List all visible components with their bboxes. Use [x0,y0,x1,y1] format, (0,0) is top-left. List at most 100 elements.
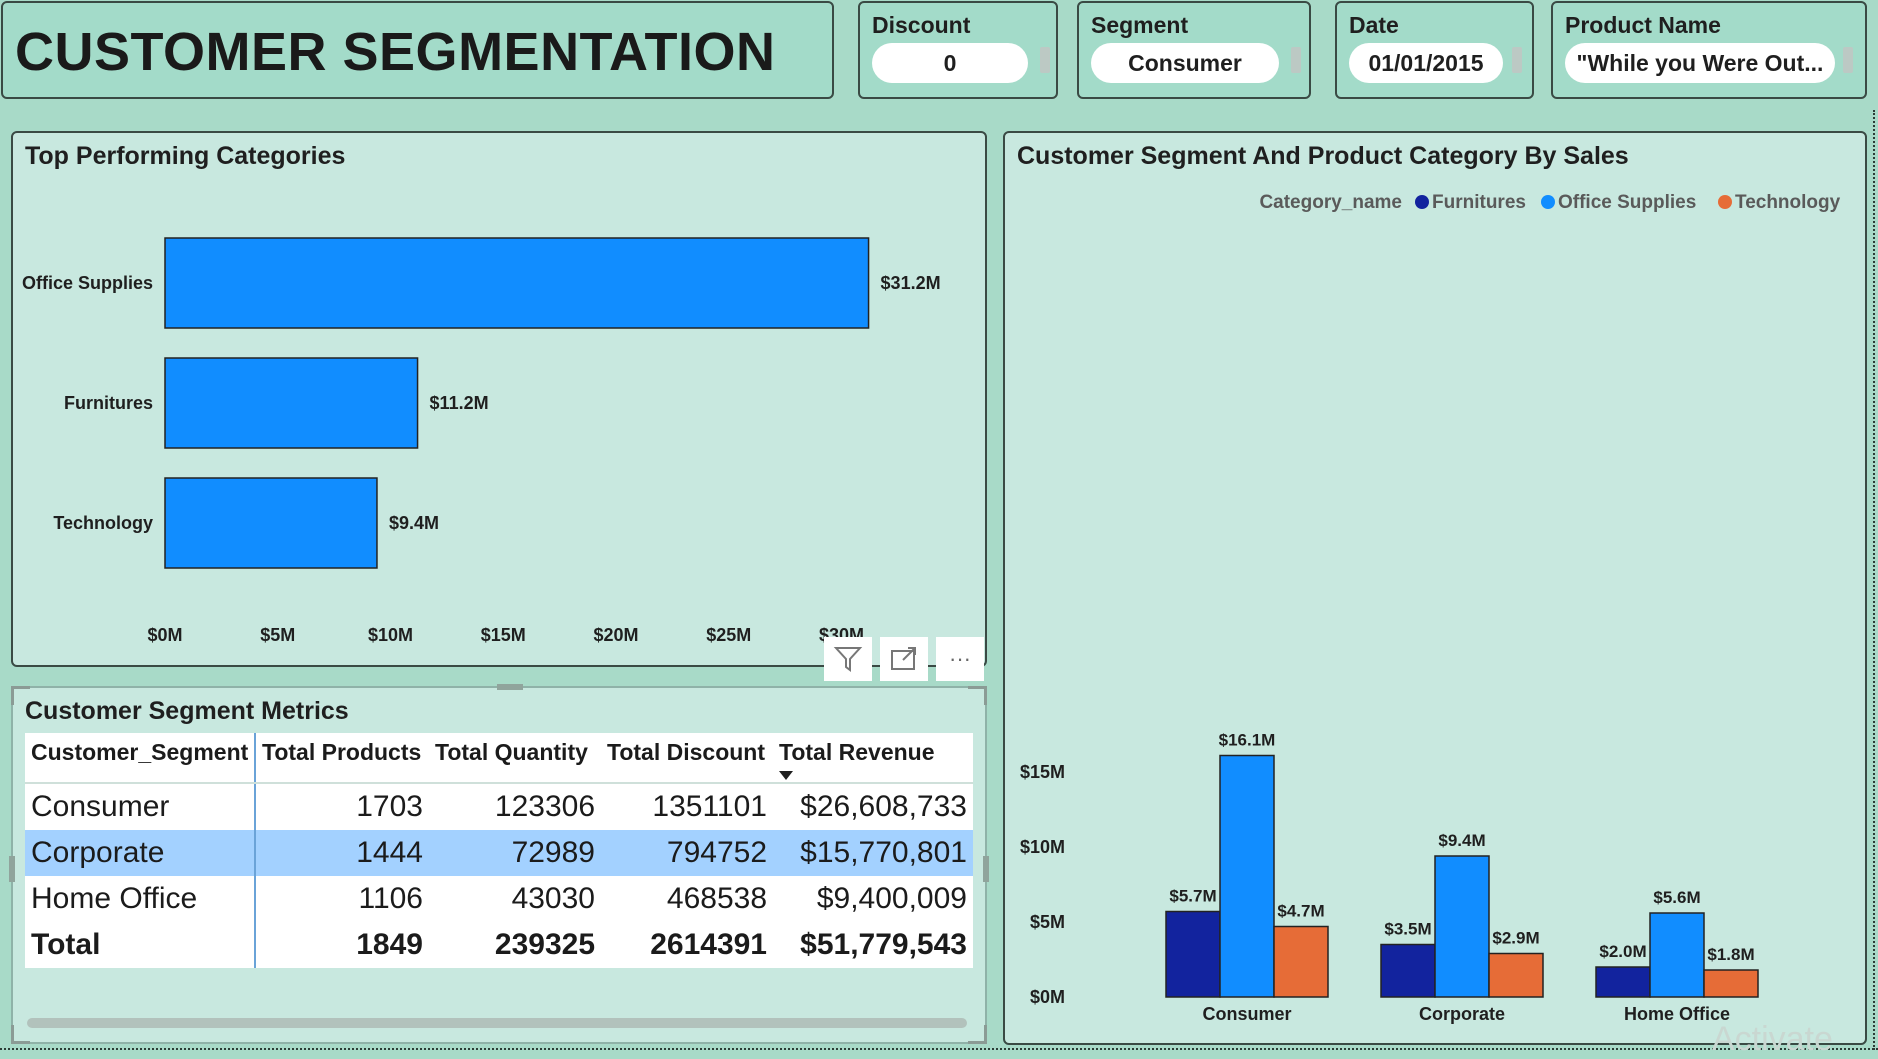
discount-slicer[interactable]: Discount 0 [858,1,1058,99]
bar-office-supplies[interactable] [1649,912,1705,998]
column-header[interactable]: Total Quantity [429,733,601,784]
table-cell: 2614391 [601,922,773,968]
bar-technology[interactable] [164,477,378,569]
bar-technology[interactable] [1488,952,1544,998]
segment-slicer[interactable]: Segment Consumer [1077,1,1311,99]
table-cell: 1106 [255,876,429,922]
y-tick-label: $10M [1020,837,1065,857]
metrics-table[interactable]: Customer_Segment Total Products Total Qu… [25,733,973,968]
table-row[interactable]: Home Office 1106 43030 468538 $9,400,009 [25,876,973,922]
table-row[interactable]: Consumer 1703 123306 1351101 $26,608,733 [25,783,973,830]
table-cell: 123306 [429,783,601,830]
column-header[interactable]: Total Discount [601,733,773,784]
bar-technology[interactable] [1273,925,1329,998]
bar-furnitures[interactable] [1165,910,1221,998]
data-label: $3.5M [1384,920,1431,939]
bar-furnitures[interactable] [164,357,419,449]
data-label: $2.0M [1599,942,1646,961]
table-cell: Total [25,922,256,968]
x-tick-label: $20M [593,625,638,645]
table-cell: 43030 [429,876,601,922]
table-row-selected[interactable]: Corporate 1444 72989 794752 $15,770,801 [25,830,973,876]
column-header[interactable]: Total Products [255,733,429,784]
table-cell: $26,608,733 [773,783,973,830]
product-slicer-handle[interactable] [1843,47,1853,73]
bar-furnitures[interactable] [1380,943,1436,998]
filter-icon[interactable] [824,637,872,681]
resize-corner[interactable] [11,1025,30,1044]
product-slicer[interactable]: Product Name "While you Were Out... [1551,1,1867,99]
legend-title: Category_name [1259,192,1402,213]
table-cell: Consumer [25,783,256,830]
x-tick-label: $15M [481,625,526,645]
horizontal-scrollbar[interactable] [27,1018,967,1028]
category-label: Office Supplies [22,273,153,293]
table-cell: 468538 [601,876,773,922]
table-cell: 1849 [255,922,429,968]
resize-handle-right[interactable] [983,856,989,882]
x-tick-label: $0M [147,625,182,645]
bar-furnitures[interactable] [1595,966,1651,998]
legend-marker [1415,195,1429,209]
focus-mode-icon[interactable] [880,637,928,681]
data-label: $9.4M [389,513,439,533]
segment-slicer-value[interactable]: Consumer [1091,43,1279,83]
top-categories-panel[interactable]: Top Performing Categories Office Supplie… [11,131,987,667]
table-cell: $15,770,801 [773,830,973,876]
bar-office-supplies[interactable] [1219,754,1275,998]
product-slicer-value[interactable]: "While you Were Out... [1565,43,1835,83]
bar-office-supplies[interactable] [164,237,870,329]
table-cell: 794752 [601,830,773,876]
visual-toolbar[interactable]: ··· [824,637,984,681]
discount-slicer-value[interactable]: 0 [872,43,1028,83]
y-tick-label: $5M [1030,912,1065,932]
segment-sales-chart[interactable]: Category_name Furnitures Office Supplies Te… [1005,133,1865,1043]
segment-slicer-label: Segment [1091,12,1189,38]
category-label: Consumer [1202,1004,1291,1024]
table-cell: Home Office [25,876,256,922]
discount-slicer-handle[interactable] [1040,47,1050,73]
data-label: $2.9M [1492,929,1539,948]
date-slicer[interactable]: Date 01/01/2015 [1335,1,1534,99]
date-slicer-value[interactable]: 01/01/2015 [1349,43,1503,83]
column-header[interactable]: Customer_Segment [25,733,256,784]
bar-office-supplies[interactable] [1434,855,1490,998]
resize-corner[interactable] [968,686,987,705]
date-slicer-handle[interactable] [1512,47,1522,73]
resize-handle-top[interactable] [497,684,523,690]
table-cell: Corporate [25,830,256,876]
table-cell: $9,400,009 [773,876,973,922]
resize-handle-left[interactable] [9,856,15,882]
resize-corner[interactable] [968,1025,987,1044]
x-tick-label: $10M [368,625,413,645]
segment-sales-panel[interactable]: Customer Segment And Product Category By… [1003,131,1867,1045]
data-label: $16.1M [1219,731,1276,750]
x-tick-label: $25M [706,625,751,645]
canvas-border [1873,110,1875,1050]
page-title: CUSTOMER SEGMENTATION [15,22,776,82]
table-cell: 1351101 [601,783,773,830]
title-card: CUSTOMER SEGMENTATION [1,1,834,99]
column-header-sorted[interactable]: Total Revenue [773,733,973,784]
table-cell: 72989 [429,830,601,876]
y-tick-label: $0M [1030,987,1065,1007]
legend-marker [1541,195,1555,209]
top-categories-chart[interactable]: Office Supplies $31.2M Furnitures $11.2M Tec… [13,133,985,665]
column-header-label: Total Revenue [779,739,935,765]
segment-slicer-handle[interactable] [1291,47,1301,73]
product-slicer-label: Product Name [1565,12,1721,38]
metrics-panel[interactable]: Customer Segment Metrics Customer_Segmen… [9,684,989,1044]
table-cell: 1444 [255,830,429,876]
discount-slicer-label: Discount [872,12,971,38]
data-label: $9.4M [1438,831,1485,850]
bar-technology[interactable] [1703,969,1759,998]
metrics-title: Customer Segment Metrics [25,697,349,725]
data-label: $11.2M [430,393,489,413]
data-label: $5.6M [1653,888,1700,907]
watermark-text: Activate [1712,1020,1833,1058]
category-label: Technology [53,513,153,533]
sort-descending-icon [779,771,793,780]
data-label: $31.2M [881,273,941,293]
data-label: $1.8M [1707,945,1754,964]
more-options-icon[interactable]: ··· [936,637,984,681]
